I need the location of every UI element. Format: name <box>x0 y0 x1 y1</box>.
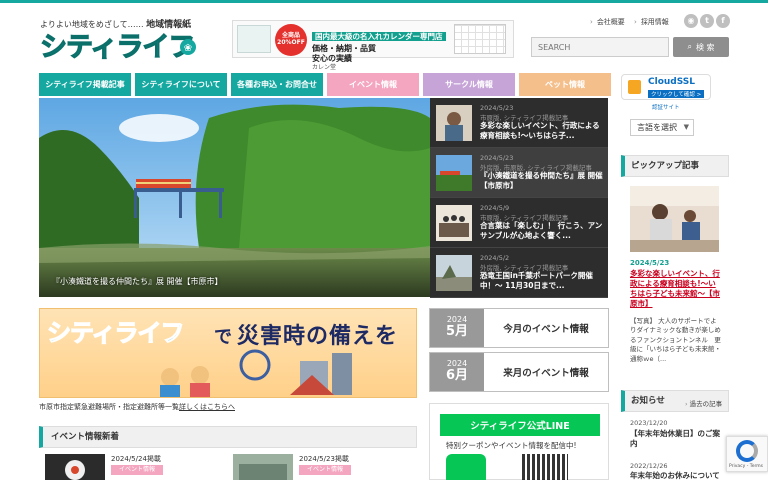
hero-image[interactable] <box>39 98 430 297</box>
chevron-down-icon: ▼ <box>683 123 689 131</box>
nav-tab-about[interactable]: シティライフについて <box>135 73 227 96</box>
recaptcha-icon <box>736 440 758 462</box>
ad-line3: 安心の実績 <box>312 54 352 63</box>
pickup-title-link[interactable]: 多彩な楽しいイベント、行政による療育相談も!〜いちはら子ども未来館〜【市原市】 <box>630 269 722 310</box>
feed-thumbnail <box>436 205 472 241</box>
qr-code <box>522 454 568 480</box>
evacuation-link[interactable]: 詳しくはこちらへ <box>179 403 235 411</box>
logo-text: シティライフ <box>40 32 194 63</box>
event-tag[interactable]: イベント情報 <box>299 465 352 475</box>
disaster-headline: で災害時の備えを <box>214 324 399 349</box>
nav-tab-circles[interactable]: サークル情報 <box>423 73 515 96</box>
news-date: 2023/12/20 <box>630 419 668 427</box>
line-app-icon <box>446 454 486 480</box>
disaster-illustration <box>160 349 352 397</box>
line-official-box[interactable]: シティライフ公式LINE 特別クーポンやイベント情報を配信中! <box>429 403 609 480</box>
ad-banner-calendar[interactable]: 全商品 20%OFF 国内最大級の名入れカレンダー専門店 価格・納期・品質 安心の… <box>232 20 514 71</box>
hero-caption[interactable]: 『小湊鐵道を撮る仲間たち』展 開催【市原市】 <box>52 276 223 287</box>
feed-item[interactable]: 2024/5/2 外房版, シティライフ掲載記事 恐竜王国in千葉ポートパーク開… <box>430 248 608 298</box>
pickup-description: 【写真】 大人のサポートでよりダイナミックな動きが楽しめるファンクショントンネル… <box>630 317 721 363</box>
feed-item[interactable]: 2024/5/9 市原版, シティライフ掲載記事 合言葉は「楽しむ」！ 行こう、… <box>430 198 608 248</box>
news-archive-link[interactable]: 過去の記事 <box>685 398 723 408</box>
event-date: 2024/5/23掲載 <box>299 455 349 463</box>
ssl-note: 認証サイト <box>652 105 680 111</box>
svg-text:シティライフ: シティライフ <box>47 319 184 346</box>
ad-line2: 価格・納期・品質 <box>312 44 376 53</box>
cloudssl-badge[interactable]: CloudSSL クリックして確認 > <box>621 74 711 100</box>
svg-text:❀: ❀ <box>184 43 192 54</box>
feed-thumbnail <box>436 155 472 191</box>
top-accent-bar <box>0 0 768 3</box>
search-button[interactable]: ⌕ 検 索 <box>673 37 729 57</box>
feed-thumbnail <box>436 105 472 141</box>
language-select[interactable]: 言語を選択 ▼ <box>630 119 694 136</box>
twitter-icon[interactable]: t <box>700 14 714 28</box>
line-heading: シティライフ公式LINE <box>440 414 600 436</box>
event-thumbnail[interactable] <box>233 454 293 480</box>
nav-tab-pets[interactable]: ペット情報 <box>519 73 611 96</box>
this-month-events-button[interactable]: 2024 5月 今月のイベント情報 <box>429 308 609 348</box>
discount-badge: 全商品 20%OFF <box>275 24 307 56</box>
event-thumbnail[interactable] <box>45 454 105 480</box>
news-title-link[interactable]: 年末年始のお休みについて <box>630 471 722 480</box>
events-heading: イベント情報新着 <box>39 426 417 448</box>
link-company[interactable]: 会社概要 <box>590 17 625 27</box>
feed-item[interactable]: 2024/5/23 外房版, 市原版, シティライフ掲載記事 『小湊鐵道を撮る仲… <box>430 148 608 198</box>
event-tag[interactable]: イベント情報 <box>111 465 164 475</box>
feed-item[interactable]: 2024/5/23 市原版, シティライフ掲載記事 多彩な楽しいイベント、行政に… <box>430 98 608 148</box>
lock-icon <box>628 80 641 94</box>
disaster-logo: シティライフ <box>47 318 185 346</box>
ad-headline: 国内最大級の名入れカレンダー専門店 <box>312 32 446 42</box>
calendar-grid-image <box>453 24 506 54</box>
event-date: 2024/5/24掲載 <box>111 455 161 463</box>
site-logo[interactable]: シティライフ ❀ <box>38 27 200 63</box>
main-nav: シティライフ掲載記事 シティライフについて 各種お申込・お問合せ イベント情報 … <box>39 73 611 96</box>
news-date: 2022/12/26 <box>630 462 668 470</box>
search-icon: ⌕ <box>687 42 692 51</box>
pickup-date: 2024/5/23 <box>630 259 670 267</box>
recaptcha-badge[interactable]: Privacy - Terms <box>726 436 768 472</box>
nav-tab-articles[interactable]: シティライフ掲載記事 <box>39 73 131 96</box>
nav-tab-events[interactable]: イベント情報 <box>327 73 419 96</box>
pickup-heading: ピックアップ記事 <box>621 155 729 177</box>
ad-shop: カレン堂 <box>312 64 337 71</box>
news-title-link[interactable]: 【年末年始休業日】のご案内 <box>630 429 722 449</box>
rss-icon[interactable]: ◉ <box>684 14 698 28</box>
line-subtext: 特別クーポンやイベント情報を配信中! <box>446 441 577 450</box>
link-recruit[interactable]: 採用情報 <box>634 17 669 27</box>
next-month-events-button[interactable]: 2024 6月 来月のイベント情報 <box>429 352 609 392</box>
evacuation-note: 市原市指定緊急避難場所・指定避難所等一覧詳しくはこちらへ <box>39 403 235 411</box>
nav-tab-contact[interactable]: 各種お申込・お問合せ <box>231 73 323 96</box>
search-input[interactable] <box>531 37 669 57</box>
facebook-icon[interactable]: f <box>716 14 730 28</box>
news-feed: 2024/5/23 市原版, シティライフ掲載記事 多彩な楽しいイベント、行政に… <box>430 98 608 298</box>
feed-thumbnail <box>436 255 472 291</box>
calendar-image <box>237 25 271 53</box>
pickup-thumbnail[interactable] <box>630 186 719 252</box>
